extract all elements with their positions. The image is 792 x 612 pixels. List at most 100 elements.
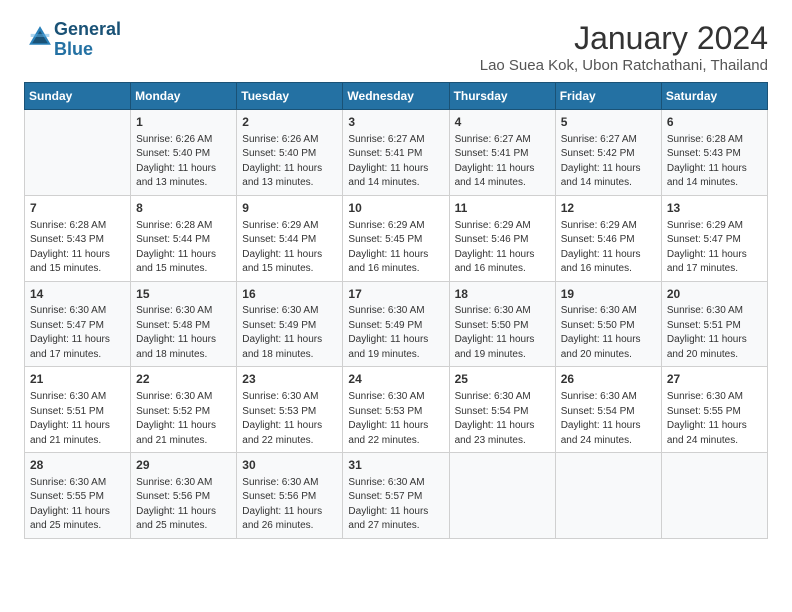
daylight-text: Daylight: 11 hours and 13 minutes.: [136, 163, 216, 189]
daylight-text: Daylight: 11 hours and 14 minutes.: [455, 163, 535, 189]
calendar-cell: 16Sunrise: 6:30 AM Sunset: 5:49 PM Dayli…: [237, 281, 343, 367]
header-thursday: Thursday: [449, 83, 555, 110]
sunrise-text: Sunrise: 6:30 AM: [667, 391, 743, 402]
calendar-cell: [449, 453, 555, 539]
calendar-cell: 11Sunrise: 6:29 AM Sunset: 5:46 PM Dayli…: [449, 195, 555, 281]
daylight-text: Daylight: 11 hours and 15 minutes.: [136, 249, 216, 275]
sunrise-text: Sunrise: 6:29 AM: [242, 220, 318, 231]
sunset-text: Sunset: 5:57 PM: [348, 491, 422, 502]
sunrise-text: Sunrise: 6:30 AM: [136, 477, 212, 488]
daylight-text: Daylight: 11 hours and 15 minutes.: [30, 249, 110, 275]
daylight-text: Daylight: 11 hours and 20 minutes.: [561, 334, 641, 360]
logo-icon: [26, 23, 54, 51]
calendar-cell: 12Sunrise: 6:29 AM Sunset: 5:46 PM Dayli…: [555, 195, 661, 281]
calendar-cell: 23Sunrise: 6:30 AM Sunset: 5:53 PM Dayli…: [237, 367, 343, 453]
cell-info: Sunrise: 6:28 AM Sunset: 5:43 PM Dayligh…: [30, 219, 125, 277]
sunset-text: Sunset: 5:55 PM: [667, 406, 741, 417]
sunrise-text: Sunrise: 6:27 AM: [561, 134, 637, 145]
day-number: 6: [667, 114, 762, 131]
logo: General Blue: [24, 20, 121, 60]
sunrise-text: Sunrise: 6:28 AM: [667, 134, 743, 145]
sunrise-text: Sunrise: 6:30 AM: [242, 305, 318, 316]
daylight-text: Daylight: 11 hours and 27 minutes.: [348, 506, 428, 532]
sunset-text: Sunset: 5:45 PM: [348, 234, 422, 245]
cell-info: Sunrise: 6:30 AM Sunset: 5:55 PM Dayligh…: [667, 390, 762, 448]
calendar-cell: 8Sunrise: 6:28 AM Sunset: 5:44 PM Daylig…: [131, 195, 237, 281]
day-number: 30: [242, 457, 337, 474]
sunrise-text: Sunrise: 6:29 AM: [667, 220, 743, 231]
calendar-cell: 9Sunrise: 6:29 AM Sunset: 5:44 PM Daylig…: [237, 195, 343, 281]
daylight-text: Daylight: 11 hours and 17 minutes.: [667, 249, 747, 275]
cell-info: Sunrise: 6:30 AM Sunset: 5:53 PM Dayligh…: [242, 390, 337, 448]
calendar-body: 1Sunrise: 6:26 AM Sunset: 5:40 PM Daylig…: [25, 110, 768, 539]
day-number: 8: [136, 200, 231, 217]
cell-info: Sunrise: 6:27 AM Sunset: 5:41 PM Dayligh…: [348, 133, 443, 191]
sunrise-text: Sunrise: 6:28 AM: [136, 220, 212, 231]
day-number: 15: [136, 286, 231, 303]
sunrise-text: Sunrise: 6:30 AM: [348, 305, 424, 316]
daylight-text: Daylight: 11 hours and 23 minutes.: [455, 420, 535, 446]
day-number: 31: [348, 457, 443, 474]
sunrise-text: Sunrise: 6:30 AM: [30, 305, 106, 316]
daylight-text: Daylight: 11 hours and 25 minutes.: [136, 506, 216, 532]
header-monday: Monday: [131, 83, 237, 110]
sunset-text: Sunset: 5:47 PM: [667, 234, 741, 245]
sunset-text: Sunset: 5:44 PM: [242, 234, 316, 245]
day-number: 20: [667, 286, 762, 303]
sunset-text: Sunset: 5:50 PM: [561, 320, 635, 331]
cell-info: Sunrise: 6:30 AM Sunset: 5:48 PM Dayligh…: [136, 304, 231, 362]
sunrise-text: Sunrise: 6:30 AM: [136, 305, 212, 316]
cell-info: Sunrise: 6:30 AM Sunset: 5:57 PM Dayligh…: [348, 476, 443, 534]
sunset-text: Sunset: 5:55 PM: [30, 491, 104, 502]
calendar-cell: 25Sunrise: 6:30 AM Sunset: 5:54 PM Dayli…: [449, 367, 555, 453]
header-tuesday: Tuesday: [237, 83, 343, 110]
sunset-text: Sunset: 5:51 PM: [667, 320, 741, 331]
cell-info: Sunrise: 6:30 AM Sunset: 5:49 PM Dayligh…: [348, 304, 443, 362]
sunset-text: Sunset: 5:48 PM: [136, 320, 210, 331]
sunrise-text: Sunrise: 6:30 AM: [136, 391, 212, 402]
daylight-text: Daylight: 11 hours and 21 minutes.: [136, 420, 216, 446]
calendar-cell: 13Sunrise: 6:29 AM Sunset: 5:47 PM Dayli…: [661, 195, 767, 281]
sunrise-text: Sunrise: 6:30 AM: [30, 477, 106, 488]
cell-info: Sunrise: 6:29 AM Sunset: 5:46 PM Dayligh…: [561, 219, 656, 277]
logo-text: General Blue: [54, 20, 121, 60]
header-wednesday: Wednesday: [343, 83, 449, 110]
daylight-text: Daylight: 11 hours and 14 minutes.: [667, 163, 747, 189]
day-number: 7: [30, 200, 125, 217]
day-number: 17: [348, 286, 443, 303]
sunrise-text: Sunrise: 6:29 AM: [561, 220, 637, 231]
day-number: 1: [136, 114, 231, 131]
daylight-text: Daylight: 11 hours and 16 minutes.: [455, 249, 535, 275]
cell-info: Sunrise: 6:30 AM Sunset: 5:52 PM Dayligh…: [136, 390, 231, 448]
daylight-text: Daylight: 11 hours and 24 minutes.: [667, 420, 747, 446]
day-number: 9: [242, 200, 337, 217]
daylight-text: Daylight: 11 hours and 16 minutes.: [348, 249, 428, 275]
calendar-cell: 30Sunrise: 6:30 AM Sunset: 5:56 PM Dayli…: [237, 453, 343, 539]
sunset-text: Sunset: 5:42 PM: [561, 148, 635, 159]
sunset-text: Sunset: 5:53 PM: [348, 406, 422, 417]
daylight-text: Daylight: 11 hours and 17 minutes.: [30, 334, 110, 360]
page-header: General Blue January 2024 Lao Suea Kok, …: [24, 20, 768, 74]
daylight-text: Daylight: 11 hours and 19 minutes.: [455, 334, 535, 360]
day-number: 21: [30, 371, 125, 388]
header-saturday: Saturday: [661, 83, 767, 110]
cell-info: Sunrise: 6:29 AM Sunset: 5:47 PM Dayligh…: [667, 219, 762, 277]
daylight-text: Daylight: 11 hours and 26 minutes.: [242, 506, 322, 532]
sunrise-text: Sunrise: 6:30 AM: [455, 391, 531, 402]
day-number: 29: [136, 457, 231, 474]
calendar-cell: 17Sunrise: 6:30 AM Sunset: 5:49 PM Dayli…: [343, 281, 449, 367]
cell-info: Sunrise: 6:29 AM Sunset: 5:45 PM Dayligh…: [348, 219, 443, 277]
daylight-text: Daylight: 11 hours and 25 minutes.: [30, 506, 110, 532]
page-subtitle: Lao Suea Kok, Ubon Ratchathani, Thailand: [480, 57, 768, 74]
sunrise-text: Sunrise: 6:30 AM: [30, 391, 106, 402]
sunrise-text: Sunrise: 6:28 AM: [30, 220, 106, 231]
day-number: 26: [561, 371, 656, 388]
cell-info: Sunrise: 6:27 AM Sunset: 5:41 PM Dayligh…: [455, 133, 550, 191]
sunrise-text: Sunrise: 6:30 AM: [561, 391, 637, 402]
calendar-cell: 24Sunrise: 6:30 AM Sunset: 5:53 PM Dayli…: [343, 367, 449, 453]
sunrise-text: Sunrise: 6:30 AM: [667, 305, 743, 316]
day-number: 10: [348, 200, 443, 217]
calendar-cell: 28Sunrise: 6:30 AM Sunset: 5:55 PM Dayli…: [25, 453, 131, 539]
calendar-cell: [661, 453, 767, 539]
sunset-text: Sunset: 5:49 PM: [242, 320, 316, 331]
